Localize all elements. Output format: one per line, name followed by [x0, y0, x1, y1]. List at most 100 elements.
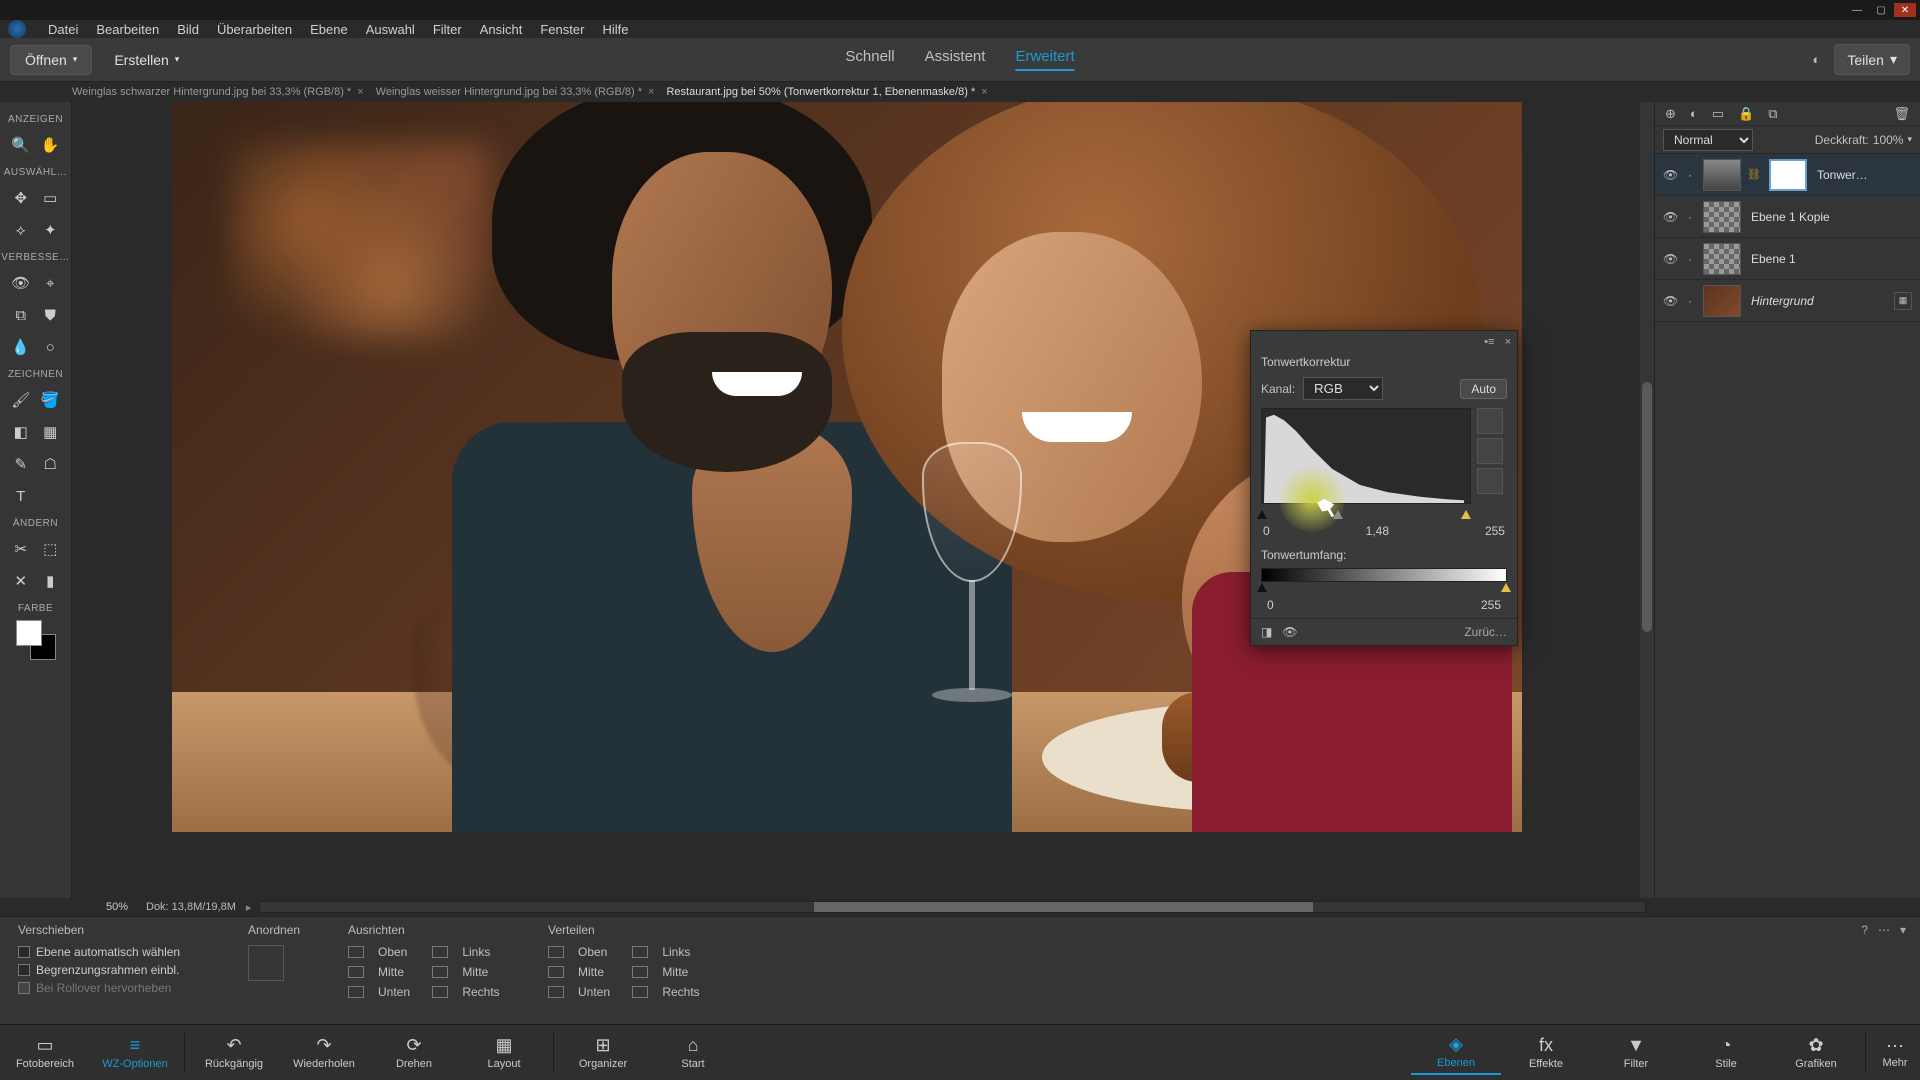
- lock-slot-icon[interactable]: ·: [1683, 294, 1697, 308]
- reset-button[interactable]: Zurüc…: [1464, 625, 1507, 639]
- menu-hilfe[interactable]: Hilfe: [602, 22, 628, 37]
- white-picker-icon[interactable]: [1477, 468, 1503, 494]
- trash-icon[interactable]: 🗑: [1893, 106, 1910, 122]
- scrollbar-thumb[interactable]: [814, 902, 1312, 912]
- output-black-value[interactable]: 0: [1267, 598, 1274, 612]
- layer-mask-icon[interactable]: [1769, 159, 1807, 191]
- blend-mode-select[interactable]: Normal: [1663, 129, 1753, 151]
- vertical-scrollbar[interactable]: [1640, 102, 1654, 898]
- menu-bild[interactable]: Bild: [177, 22, 199, 37]
- layers-tab-button[interactable]: ◈Ebenen: [1411, 1030, 1501, 1075]
- undo-button[interactable]: ↶Rückgängig: [189, 1031, 279, 1074]
- panel-menu-icon[interactable]: ⋯: [1878, 923, 1890, 937]
- tab-doc-3[interactable]: Restaurant.jpg bei 50% (Tonwertkorrektur…: [666, 86, 987, 98]
- close-icon[interactable]: ×: [981, 86, 987, 98]
- dist-center-icon[interactable]: [632, 966, 648, 978]
- picker-tool-icon[interactable]: ✎: [9, 452, 33, 476]
- clone-tool-icon[interactable]: ⧉: [9, 303, 33, 327]
- move-tool-icon[interactable]: ✥: [9, 186, 33, 210]
- arrange-icon[interactable]: [248, 945, 284, 981]
- layer-thumb-icon[interactable]: [1703, 159, 1741, 191]
- brush-tool-icon[interactable]: 🖌: [9, 388, 33, 412]
- organizer-button[interactable]: ⊞Organizer: [558, 1031, 648, 1074]
- output-white-value[interactable]: 255: [1481, 598, 1501, 612]
- gamma-slider[interactable]: [1333, 510, 1343, 519]
- align-right[interactable]: Rechts: [462, 985, 512, 999]
- theme-toggle-icon[interactable]: ◐: [1813, 52, 1821, 67]
- doc-info[interactable]: Dok: 13,8M/19,8M: [136, 901, 246, 913]
- close-icon[interactable]: ×: [357, 86, 363, 98]
- input-sliders[interactable]: [1261, 510, 1507, 524]
- dist-middle-icon[interactable]: [548, 966, 564, 978]
- auto-button[interactable]: Auto: [1460, 379, 1507, 399]
- marquee-tool-icon[interactable]: ▭: [38, 186, 62, 210]
- link-mask-icon[interactable]: ⛓: [1747, 168, 1761, 181]
- layer-name[interactable]: Hintergrund: [1751, 294, 1814, 308]
- align-middle[interactable]: Mitte: [378, 965, 422, 979]
- shape-tool-icon[interactable]: ☖: [38, 452, 62, 476]
- window-close[interactable]: ✕: [1894, 3, 1916, 17]
- dist-left-icon[interactable]: [632, 946, 648, 958]
- lock-icon[interactable]: 🔒: [1738, 106, 1754, 122]
- pencil-tool-icon[interactable]: [38, 484, 62, 508]
- mode-assistant[interactable]: Assistent: [925, 48, 986, 71]
- align-center-icon[interactable]: [432, 966, 448, 978]
- crop-tool-icon[interactable]: ✂: [9, 537, 33, 561]
- dist-right[interactable]: Rechts: [662, 985, 712, 999]
- mask-icon[interactable]: ▭: [1712, 106, 1724, 122]
- bounding-box-checkbox[interactable]: Begrenzungsrahmen einbl.: [18, 963, 212, 977]
- recompose-tool-icon[interactable]: ⬚: [38, 537, 62, 561]
- window-minimize[interactable]: —: [1846, 3, 1868, 17]
- output-black-slider[interactable]: [1257, 583, 1267, 592]
- visibility-icon[interactable]: 👁: [1663, 210, 1677, 224]
- dist-left[interactable]: Links: [662, 945, 712, 959]
- photobin-button[interactable]: ▭Fotobereich: [0, 1031, 90, 1074]
- align-right-icon[interactable]: [432, 986, 448, 998]
- adjust-layer-icon[interactable]: ◐: [1690, 106, 1698, 121]
- black-point-slider[interactable]: [1257, 510, 1267, 519]
- auto-select-checkbox[interactable]: Ebene automatisch wählen: [18, 945, 212, 959]
- tab-doc-1[interactable]: Weinglas schwarzer Hintergrund.jpg bei 3…: [72, 86, 364, 98]
- channel-select[interactable]: RGB: [1303, 377, 1383, 400]
- blur-tool-icon[interactable]: 💧: [9, 335, 33, 359]
- input-gamma-value[interactable]: 1,48: [1366, 524, 1389, 538]
- eraser-tool-icon[interactable]: ◧: [9, 420, 33, 444]
- filters-tab-button[interactable]: ▼Filter: [1591, 1031, 1681, 1074]
- collapse-icon[interactable]: ▾: [1900, 923, 1906, 937]
- hand-tool-icon[interactable]: ✋: [38, 133, 62, 157]
- visibility-icon[interactable]: 👁: [1663, 252, 1677, 266]
- spot-tool-icon[interactable]: ⌖: [38, 271, 62, 295]
- dialog-menu-icon[interactable]: ▪≡: [1484, 336, 1494, 348]
- align-left-icon[interactable]: [432, 946, 448, 958]
- output-white-slider[interactable]: [1501, 583, 1511, 592]
- dist-top[interactable]: Oben: [578, 945, 622, 959]
- layer-name[interactable]: Ebene 1 Kopie: [1751, 210, 1830, 224]
- mode-advanced[interactable]: Erweitert: [1015, 48, 1074, 71]
- align-bottom-icon[interactable]: [348, 986, 364, 998]
- menu-datei[interactable]: Datei: [48, 22, 78, 37]
- tab-doc-2[interactable]: Weinglas weisser Hintergrund.jpg bei 33,…: [376, 86, 655, 98]
- visibility-icon[interactable]: 👁: [1663, 294, 1677, 308]
- align-left[interactable]: Links: [462, 945, 512, 959]
- stamp-tool-icon[interactable]: ⛊: [38, 303, 62, 327]
- horizontal-scrollbar[interactable]: [259, 901, 1646, 913]
- dist-bottom-icon[interactable]: [548, 986, 564, 998]
- menu-bearbeiten[interactable]: Bearbeiten: [96, 22, 159, 37]
- menu-fenster[interactable]: Fenster: [540, 22, 584, 37]
- dist-top-icon[interactable]: [548, 946, 564, 958]
- output-gradient[interactable]: [1261, 568, 1507, 582]
- align-top-icon[interactable]: [348, 946, 364, 958]
- menu-filter[interactable]: Filter: [433, 22, 462, 37]
- content-tool-icon[interactable]: ▮: [38, 569, 62, 593]
- fg-color-icon[interactable]: [16, 620, 42, 646]
- align-top[interactable]: Oben: [378, 945, 422, 959]
- layer-fx-icon[interactable]: ▦: [1894, 292, 1912, 310]
- info-caret-icon[interactable]: ▸: [246, 901, 252, 914]
- layer-row-1[interactable]: 👁· Ebene 1: [1655, 238, 1920, 280]
- align-middle-icon[interactable]: [348, 966, 364, 978]
- dist-center[interactable]: Mitte: [662, 965, 712, 979]
- white-point-slider[interactable]: [1461, 510, 1471, 519]
- gray-picker-icon[interactable]: [1477, 438, 1503, 464]
- histogram-graph[interactable]: [1261, 408, 1471, 504]
- zoom-level[interactable]: 50%: [72, 901, 136, 913]
